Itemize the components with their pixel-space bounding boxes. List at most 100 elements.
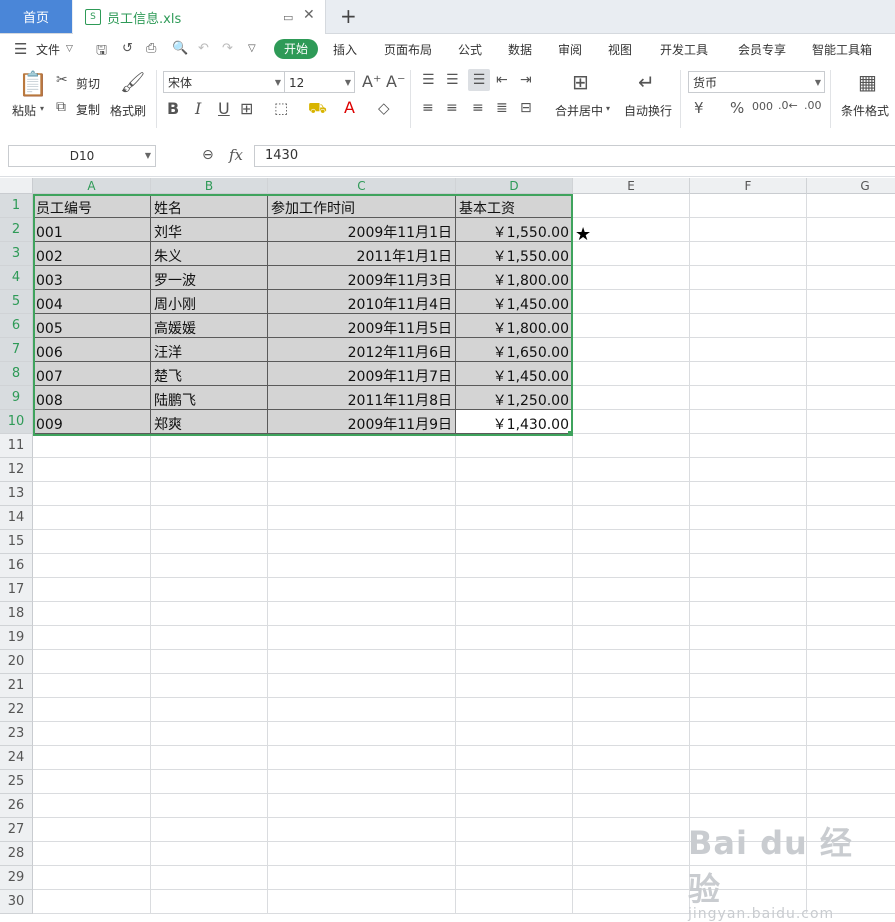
row-header-24[interactable]: 24 bbox=[0, 746, 33, 770]
cell-e18[interactable] bbox=[573, 602, 690, 626]
cell-a1[interactable]: 员工编号 bbox=[33, 194, 151, 218]
merge-center-button[interactable]: 合并居中 bbox=[555, 102, 603, 119]
column-header-e[interactable]: E bbox=[573, 178, 690, 194]
share-icon[interactable]: ↺ bbox=[122, 41, 133, 56]
row-header-20[interactable]: 20 bbox=[0, 650, 33, 674]
cell-e8[interactable] bbox=[573, 362, 690, 386]
cell-f6[interactable] bbox=[690, 314, 807, 338]
cell-a8[interactable]: 007 bbox=[33, 362, 151, 386]
fill-handle[interactable] bbox=[568, 431, 573, 436]
cell-f5[interactable] bbox=[690, 290, 807, 314]
cell-a12[interactable] bbox=[33, 458, 151, 482]
row-header-29[interactable]: 29 bbox=[0, 866, 33, 890]
cell-c25[interactable] bbox=[268, 770, 456, 794]
cut-icon[interactable]: ✂ bbox=[56, 72, 68, 88]
cell-g11[interactable] bbox=[807, 434, 895, 458]
increase-font-icon[interactable]: A⁺ bbox=[362, 72, 381, 91]
cell-g15[interactable] bbox=[807, 530, 895, 554]
decrease-font-icon[interactable]: A⁻ bbox=[386, 72, 405, 91]
cell-d29[interactable] bbox=[456, 866, 573, 890]
cell-g1[interactable] bbox=[807, 194, 895, 218]
row-header-4[interactable]: 4 bbox=[0, 266, 33, 290]
cell-c7[interactable]: 2012年11月6日 bbox=[268, 338, 456, 362]
formula-input[interactable]: 1430 bbox=[254, 145, 895, 167]
cell-a2[interactable]: 001 bbox=[33, 218, 151, 242]
cell-e12[interactable] bbox=[573, 458, 690, 482]
copy-button[interactable]: 复制 bbox=[76, 101, 100, 118]
menu-insert[interactable]: 插入 bbox=[333, 41, 357, 58]
cell-f13[interactable] bbox=[690, 482, 807, 506]
column-header-b[interactable]: B bbox=[151, 178, 268, 194]
cell-d1[interactable]: 基本工资 bbox=[456, 194, 573, 218]
cell-c22[interactable] bbox=[268, 698, 456, 722]
cell-a17[interactable] bbox=[33, 578, 151, 602]
cell-b3[interactable]: 朱义 bbox=[151, 242, 268, 266]
cell-d22[interactable] bbox=[456, 698, 573, 722]
row-header-11[interactable]: 11 bbox=[0, 434, 33, 458]
wrap-text-button[interactable]: 自动换行 bbox=[624, 102, 672, 119]
cell-a29[interactable] bbox=[33, 866, 151, 890]
row-header-16[interactable]: 16 bbox=[0, 554, 33, 578]
row-header-22[interactable]: 22 bbox=[0, 698, 33, 722]
font-color-icon[interactable]: A bbox=[344, 98, 355, 117]
cell-e6[interactable] bbox=[573, 314, 690, 338]
cell-a22[interactable] bbox=[33, 698, 151, 722]
cell-d3[interactable]: ￥1,550.00 bbox=[456, 242, 573, 266]
cell-d2[interactable]: ￥1,550.00 bbox=[456, 218, 573, 242]
cell-c26[interactable] bbox=[268, 794, 456, 818]
menu-smart-tools[interactable]: 智能工具箱 bbox=[812, 41, 872, 58]
cell-a11[interactable] bbox=[33, 434, 151, 458]
row-header-8[interactable]: 8 bbox=[0, 362, 33, 386]
cell-e29[interactable] bbox=[573, 866, 690, 890]
menu-data[interactable]: 数据 bbox=[508, 41, 532, 58]
column-header-f[interactable]: F bbox=[690, 178, 807, 194]
cell-c4[interactable]: 2009年11月3日 bbox=[268, 266, 456, 290]
menu-review[interactable]: 审阅 bbox=[558, 41, 582, 58]
cell-b16[interactable] bbox=[151, 554, 268, 578]
cell-g7[interactable] bbox=[807, 338, 895, 362]
cell-d11[interactable] bbox=[456, 434, 573, 458]
row-header-27[interactable]: 27 bbox=[0, 818, 33, 842]
cell-b30[interactable] bbox=[151, 890, 268, 914]
cell-f19[interactable] bbox=[690, 626, 807, 650]
row-header-14[interactable]: 14 bbox=[0, 506, 33, 530]
cell-a19[interactable] bbox=[33, 626, 151, 650]
cell-g12[interactable] bbox=[807, 458, 895, 482]
format-painter-button[interactable]: 格式刷 bbox=[110, 102, 146, 119]
tab-file[interactable]: S 员工信息.xls ▭ ✕ bbox=[73, 0, 326, 34]
row-header-10[interactable]: 10 bbox=[0, 410, 33, 434]
cell-a13[interactable] bbox=[33, 482, 151, 506]
cell-g4[interactable] bbox=[807, 266, 895, 290]
cell-b24[interactable] bbox=[151, 746, 268, 770]
zoom-icon[interactable]: ⊖ bbox=[202, 147, 214, 163]
cell-style-icon[interactable]: ⬚ bbox=[274, 99, 288, 117]
cell-f8[interactable] bbox=[690, 362, 807, 386]
cell-a18[interactable] bbox=[33, 602, 151, 626]
column-header-a[interactable]: A bbox=[33, 178, 151, 194]
float-window-icon[interactable]: ▭ bbox=[283, 11, 293, 24]
clear-format-icon[interactable]: ◇ bbox=[378, 99, 390, 117]
row-header-21[interactable]: 21 bbox=[0, 674, 33, 698]
row-header-18[interactable]: 18 bbox=[0, 602, 33, 626]
cell-e19[interactable] bbox=[573, 626, 690, 650]
cell-b4[interactable]: 罗一波 bbox=[151, 266, 268, 290]
cell-e9[interactable] bbox=[573, 386, 690, 410]
cell-d13[interactable] bbox=[456, 482, 573, 506]
cell-b27[interactable] bbox=[151, 818, 268, 842]
cell-g10[interactable] bbox=[807, 410, 895, 434]
cell-a21[interactable] bbox=[33, 674, 151, 698]
cell-g17[interactable] bbox=[807, 578, 895, 602]
cell-c6[interactable]: 2009年11月5日 bbox=[268, 314, 456, 338]
cell-b15[interactable] bbox=[151, 530, 268, 554]
cell-c21[interactable] bbox=[268, 674, 456, 698]
cell-a10[interactable]: 009 bbox=[33, 410, 151, 434]
chevron-down-icon[interactable]: ▽ bbox=[66, 44, 73, 54]
cut-button[interactable]: 剪切 bbox=[76, 75, 100, 92]
cell-f18[interactable] bbox=[690, 602, 807, 626]
cell-g14[interactable] bbox=[807, 506, 895, 530]
cell-f14[interactable] bbox=[690, 506, 807, 530]
cell-c20[interactable] bbox=[268, 650, 456, 674]
cell-d27[interactable] bbox=[456, 818, 573, 842]
cell-d10[interactable]: ￥1,430.00 bbox=[456, 410, 573, 434]
cell-e27[interactable] bbox=[573, 818, 690, 842]
